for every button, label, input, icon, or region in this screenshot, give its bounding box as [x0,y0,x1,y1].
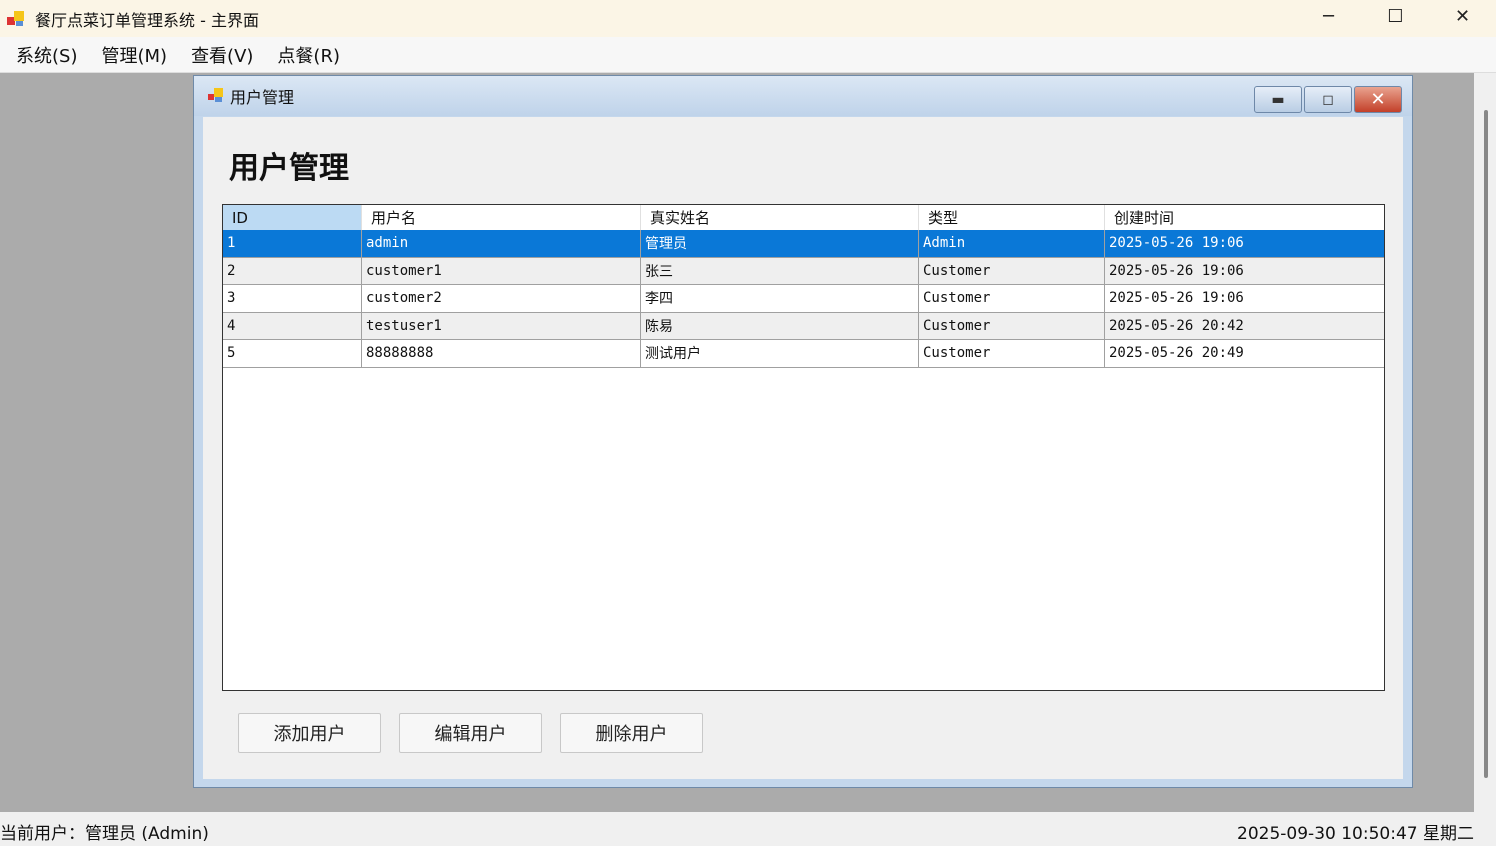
cell-type: Admin [919,230,1105,257]
cell-realname: 李四 [641,285,919,312]
menu-system[interactable]: 系统(S) [12,42,81,68]
app-title-bar: 餐厅点菜订单管理系统 - 主界面 ─ ☐ ✕ [0,0,1496,37]
cell-id: 3 [223,285,362,312]
maximize-button[interactable]: ☐ [1362,0,1429,32]
cell-created: 2025-05-26 19:06 [1109,290,1244,307]
page-title: 用户管理 [229,151,349,186]
table-header: ID 用户名 真实姓名 类型 创建时间 [223,205,1384,230]
cell-realname: 陈易 [641,312,919,339]
users-table[interactable]: ID 用户名 真实姓名 类型 创建时间 1 admin 管理员 Admin 2025-0… [222,204,1385,691]
add-user-button[interactable]: 添加用户 [238,713,381,753]
cell-type: Customer [919,312,1105,339]
cell-type: Customer [919,285,1105,312]
cell-created: 2025-05-26 19:06 [1109,235,1244,252]
column-header-created[interactable]: 创建时间 [1105,205,1384,230]
cell-type: Customer [919,257,1105,284]
cell-username: customer2 [362,285,641,312]
menu-manage[interactable]: 管理(M) [97,42,171,68]
edit-user-button[interactable]: 编辑用户 [399,713,542,753]
user-management-window: 用户管理 ▬ ◻ ✕ 用户管理 ID 用户名 真实姓名 类型 创建时间 1 adm… [193,75,1413,788]
menu-order[interactable]: 点餐(R) [273,42,344,68]
cell-id: 1 [223,230,362,257]
cell-created: 2025-05-26 20:42 [1109,317,1244,334]
table-row[interactable]: 5 88888888 测试用户 Customer 2025-05-26 20:49 [223,340,1384,368]
child-client-area: 用户管理 ID 用户名 真实姓名 类型 创建时间 1 admin 管理员 Admin 2… [203,117,1403,779]
cell-username: admin [362,230,641,257]
status-bar: 当前用户：管理员 (Admin) 2025-09-30 10:50:47 星期二 [0,812,1496,846]
cell-created: 2025-05-26 19:06 [1109,262,1244,279]
column-header-username[interactable]: 用户名 [362,205,641,230]
app-icon [7,10,25,27]
cell-id: 4 [223,312,362,339]
child-restore-button[interactable]: ◻ [1304,86,1352,113]
cell-type: Customer [919,340,1105,367]
column-header-realname[interactable]: 真实姓名 [641,205,919,230]
child-title: 用户管理 [230,88,295,107]
app-title: 餐厅点菜订单管理系统 - 主界面 [35,10,259,30]
cell-username: 88888888 [362,340,641,367]
table-row[interactable]: 2 customer1 张三 Customer 2025-05-26 19:06 [223,257,1384,285]
child-minimize-button[interactable]: ▬ [1254,86,1302,113]
delete-user-button[interactable]: 删除用户 [560,713,703,753]
close-button[interactable]: ✕ [1429,0,1496,32]
child-close-button[interactable]: ✕ [1354,86,1402,113]
column-header-id[interactable]: ID [223,205,362,230]
cell-realname: 测试用户 [641,340,919,367]
table-row[interactable]: 1 admin 管理员 Admin 2025-05-26 19:06 [223,230,1384,258]
cell-username: customer1 [362,257,641,284]
child-window-icon [208,88,226,104]
menu-bar: 系统(S) 管理(M) 查看(V) 点餐(R) [0,37,1496,73]
datetime-status: 2025-09-30 10:50:47 星期二 [1237,824,1474,844]
cell-username: testuser1 [362,312,641,339]
menu-view[interactable]: 查看(V) [187,42,257,68]
table-row[interactable]: 4 testuser1 陈易 Customer 2025-05-26 20:42 [223,312,1384,340]
table-row[interactable]: 3 customer2 李四 Customer 2025-05-26 19:06 [223,285,1384,313]
cell-realname: 张三 [641,257,919,284]
minimize-button[interactable]: ─ [1295,0,1362,32]
vertical-scrollbar[interactable] [1484,110,1488,778]
cell-id: 5 [223,340,362,367]
cell-id: 2 [223,257,362,284]
child-title-bar[interactable]: 用户管理 ▬ ◻ ✕ [194,76,1412,116]
cell-realname: 管理员 [641,230,919,257]
current-user-status: 当前用户：管理员 (Admin) [0,824,209,844]
cell-created: 2025-05-26 20:49 [1109,345,1244,362]
column-header-type[interactable]: 类型 [919,205,1105,230]
